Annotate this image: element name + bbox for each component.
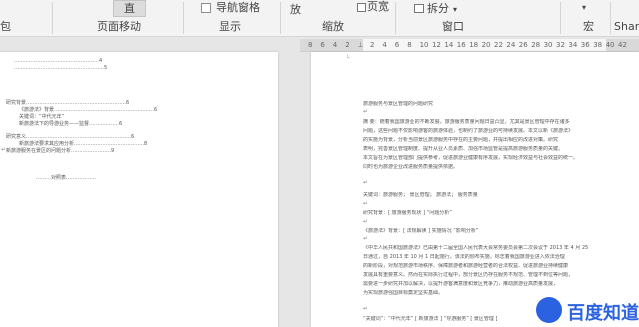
ruler-tick-label: 6 xyxy=(320,41,325,49)
abstract-line: 同时也为旅游企业改进服务质量提供依据。 xyxy=(363,164,459,170)
nav-pane-checkbox[interactable] xyxy=(201,3,211,13)
ruler-tick-label: 36 xyxy=(580,41,590,49)
toc-line: ……………………………………………4 xyxy=(14,58,103,64)
page-width-button[interactable]: 页宽 xyxy=(367,0,389,14)
document-title: 旅游服务与景区管理的问题研究 xyxy=(363,101,434,107)
body-paragraph: 《中华人民共和国旅游法》已由第十二届全国人民代表大会常务委员会第二次会议于 20… xyxy=(363,245,613,299)
ruler-tick-label: 18 xyxy=(469,41,479,49)
ruler-tick-label: 34 xyxy=(568,41,578,49)
ruler-tick-label: 16 xyxy=(456,41,466,49)
zoom-group-label: 缩放 xyxy=(322,20,344,33)
abstract-line: 表明，完善景区管理制度、提升从业人员素质、加强市场监管是提高旅游服务质量的关键。 xyxy=(363,146,564,152)
horizontal-ruler[interactable]: 8 6 4 2 ⊥ 2 4 6 8 10 12 14 16 18 20 22 24 26 28 30 32 34 36 38 4… xyxy=(300,39,639,52)
ruler-tick-label: 32 xyxy=(556,41,565,49)
toc-line: ………………………………………………5 xyxy=(14,65,108,71)
section-heading: 研究背景：[ 旅游服务现状 ] “问题分析” xyxy=(363,210,452,216)
ruler-tick-label: ⊥ xyxy=(357,41,364,49)
abstract-line: 摘 要：随着我国旅游业的不断发展，旅游服务质量问题日益凸显，尤其是景区管理中存在… xyxy=(363,119,570,125)
ruler-tick-label: 8 xyxy=(308,41,313,49)
toc-entry[interactable]: 关键词：“中代元年” xyxy=(19,114,64,120)
ruler-tick-label: 10 xyxy=(419,41,429,49)
ruler-tick-label: 38 xyxy=(593,41,603,49)
ruler-tick-label: 2 xyxy=(345,41,350,49)
single-page-label: 直 xyxy=(124,2,135,15)
watermark: 百度知道 xyxy=(534,293,639,327)
toc-entry[interactable]: 研究意义………………………………………………………6 xyxy=(6,134,134,140)
window-group-label: 窗口 xyxy=(442,20,464,33)
split-dropdown-icon[interactable]: ▾ xyxy=(453,3,457,17)
ribbon-separator xyxy=(560,2,561,34)
ruler-tick-label: 28 xyxy=(531,41,541,49)
zoom-button[interactable]: 放 xyxy=(290,3,301,17)
watermark-text: 百度知道 xyxy=(567,303,639,324)
document-page-right[interactable]: └ 旅游服务与景区管理的问题研究 ↵ 摘 要：随着我国旅游业的不断发展，旅游服务… xyxy=(311,52,639,327)
body-line: 日通过，自 2013 年 10 月 1 日起施行。该法的颁布实施，标志着我国旅游… xyxy=(363,254,565,260)
split-button[interactable]: 拆分 xyxy=(427,2,449,16)
ribbon-separator xyxy=(610,2,611,34)
ruler-tick-label: 14 xyxy=(444,41,454,49)
body-line: 的新阶段，对规范旅游市场秩序、保障旅游者和旅游经营者的合法权益、促进旅游业持续健… xyxy=(363,263,569,269)
baidu-paw-icon xyxy=(536,297,562,323)
ruler-tick-label: 42 xyxy=(618,41,627,49)
macro-group-label: 宏 xyxy=(583,20,594,33)
nav-pane-label[interactable]: 导航窗格 xyxy=(216,1,260,15)
ruler-tick-label: 40 xyxy=(605,41,615,49)
corner-mark-icon: └ xyxy=(346,55,350,62)
paragraph-mark-icon: ↵ xyxy=(1,146,7,153)
split-icon xyxy=(414,4,424,13)
paragraph-mark-icon: ↵ xyxy=(363,108,369,115)
ruler-tick-label: 22 xyxy=(494,41,503,49)
ruler-tick-label: 30 xyxy=(543,41,553,49)
ruler-tick-label: 8 xyxy=(407,41,412,49)
paragraph-mark-icon: ↵ xyxy=(363,200,369,207)
ruler-tick-label: 26 xyxy=(518,41,528,49)
body-line: 发展具有重要意义。然而在实际执行过程中，部分景区仍存在服务不规范、管理不到位等问… xyxy=(363,272,574,278)
ruler-tick-label: 20 xyxy=(481,41,491,49)
abstract-block: 摘 要：随着我国旅游业的不断发展，旅游服务质量问题日益凸显，尤其是景区管理中存在… xyxy=(363,119,613,173)
paragraph-mark-icon: ↵ xyxy=(363,235,369,242)
abstract-line: 的实施为背景，分析当前景区旅游服务中存在的主要问题，并提出相应的改进对策。研究 xyxy=(363,137,559,143)
ribbon-left-partial: 包 xyxy=(0,20,11,33)
body-line: 《中华人民共和国旅游法》已由第十二届全国人民代表大会常务委员会第二次会议于 20… xyxy=(363,245,589,251)
ribbon-separator xyxy=(52,2,53,34)
abstract-line: 本文旨在为景区管理部门提供参考，促进旅游业健康有序发展，实现经济效益与社会效益的… xyxy=(363,155,579,161)
keywords-line: 关键词：旅游服务； 景区管理； 旅游法； 服务质量 xyxy=(363,192,478,198)
body-line: 需要进一步研究并加以解决，以提升游客满意度和景区竞争力，推动旅游业高质量发展， xyxy=(363,281,559,287)
ribbon-separator xyxy=(395,2,396,34)
ribbon-separator xyxy=(280,2,281,34)
share-group-label: Shar xyxy=(614,20,639,33)
show-group-label: 显示 xyxy=(219,20,241,33)
toc-entry[interactable]: 《旅游法》背景……………………………………………………6 xyxy=(19,107,157,113)
ruler-tick-label: 24 xyxy=(506,41,516,49)
document-page-left[interactable]: ……………………………………………4 ………………………………………………5 研… xyxy=(0,52,278,327)
paragraph-mark-icon: ↵ xyxy=(363,179,369,186)
toc-entry[interactable]: 新旅游服务在景区的问题分析……………………9 xyxy=(6,148,114,154)
toc-entry[interactable]: 研究背景……………………………………………………6 xyxy=(6,100,129,106)
toc-entry[interactable]: 新旅游法下的导游业务——监督………………6 xyxy=(19,121,122,127)
paragraph-mark-icon: ↵ xyxy=(363,218,369,225)
toc-footer: ………对照表……………… xyxy=(36,175,97,181)
ruler-tick-label: 12 xyxy=(432,41,441,49)
ruler-tick-label: 2 xyxy=(370,41,375,49)
page-move-group-label: 页面移动 xyxy=(97,20,141,33)
toc-entry[interactable]: 新旅游法要求其应用分析……………………………………8 xyxy=(19,141,147,147)
ruler-tick-label: 4 xyxy=(382,41,387,49)
ribbon-separator xyxy=(183,2,184,34)
ruler-tick-label: 6 xyxy=(394,41,400,49)
page-width-icon xyxy=(357,3,366,12)
abstract-line: 问题，这些问题不仅影响游客的旅游体验，也制约了旅游业的可持续发展。本文以新《旅游… xyxy=(363,128,574,134)
ruler-tick-label: 4 xyxy=(332,41,338,49)
macro-dropdown-icon[interactable]: ▾ xyxy=(582,1,586,15)
paragraph-mark-icon: ↵ xyxy=(363,305,369,312)
ribbon: 包 直 页面移动 导航窗格 显示 放 页宽 缩放 拆分 ▾ 窗口 ▾ 宏 Sha… xyxy=(0,0,639,37)
section-heading: 《旅游法》背景：[ 法规解读 ] 实施情况 “影响分析” xyxy=(363,228,479,234)
